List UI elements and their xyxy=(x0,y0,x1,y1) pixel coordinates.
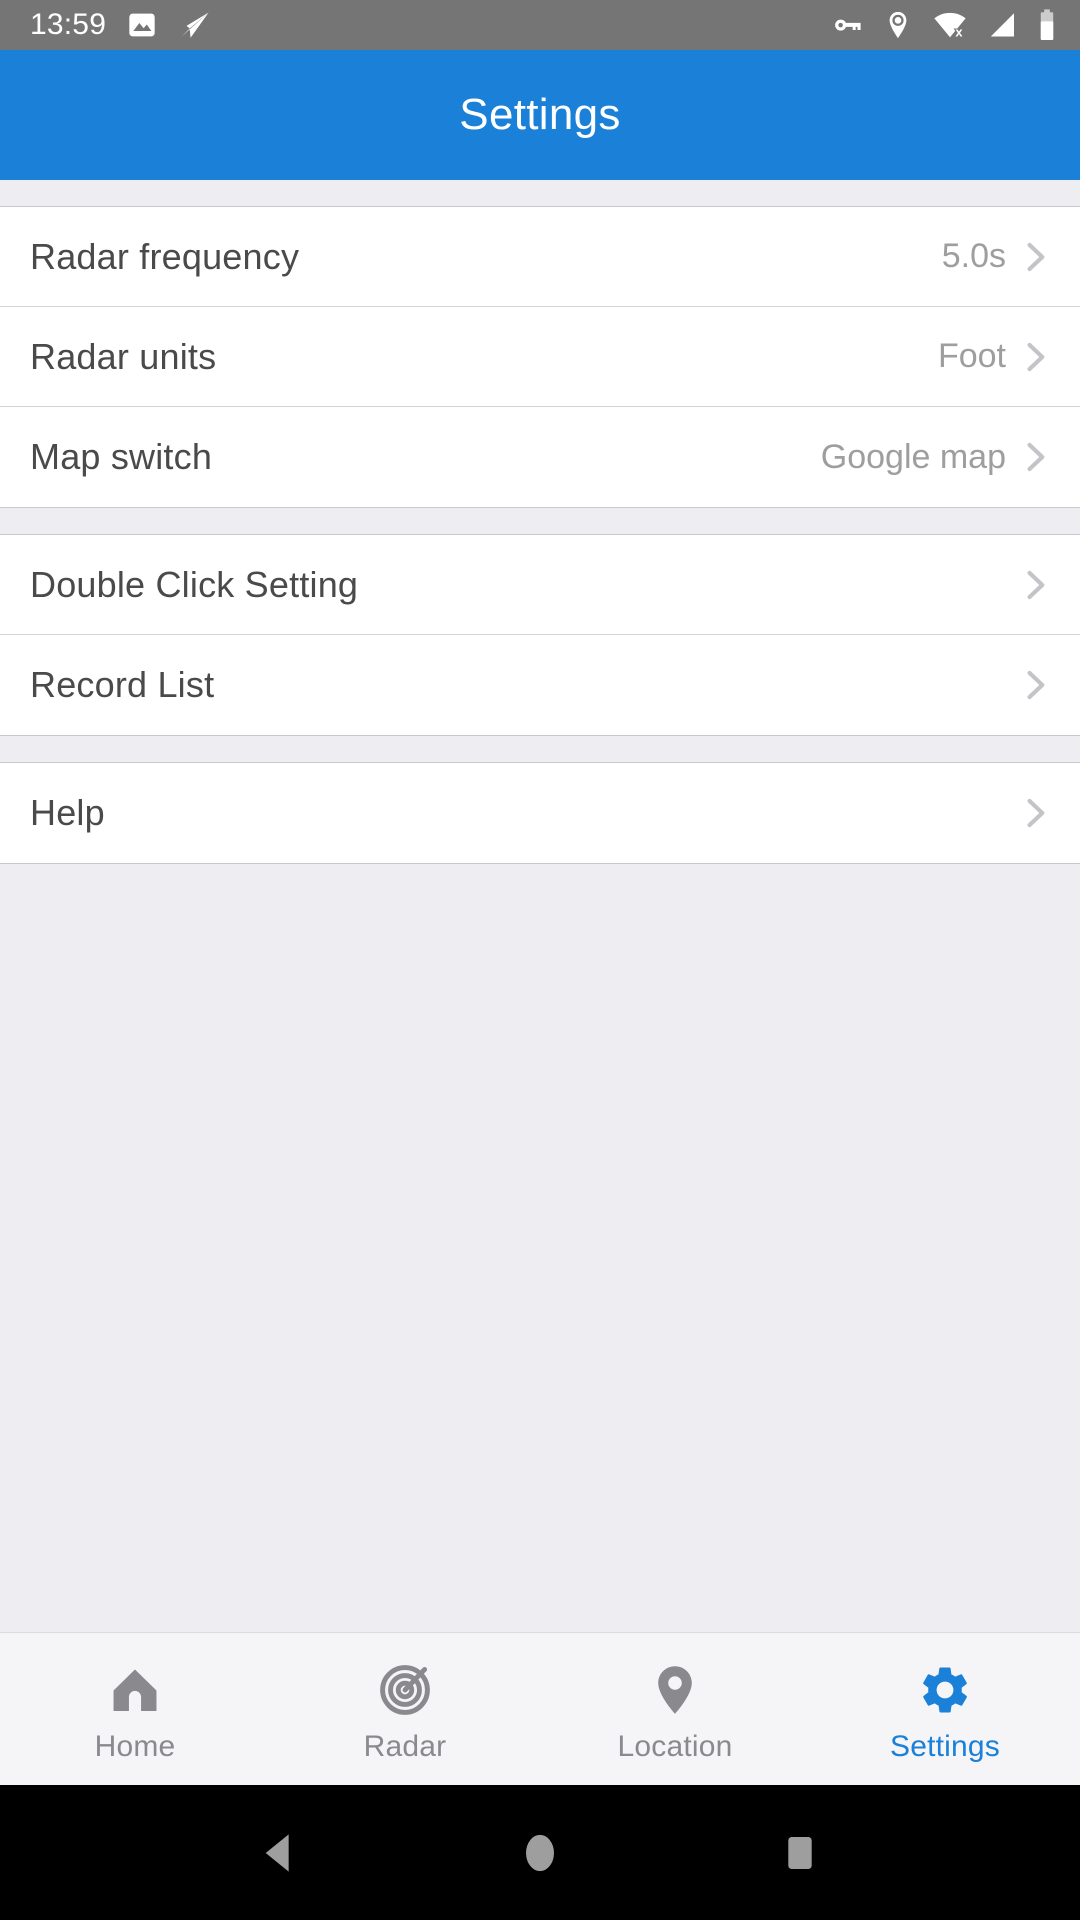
photo-icon xyxy=(126,9,158,41)
settings-group: Help xyxy=(0,762,1080,864)
settings-row-right: 5.0s xyxy=(942,237,1054,276)
settings-row-label: Map switch xyxy=(30,436,213,477)
vpn-key-icon xyxy=(830,8,864,42)
settings-row-label: Help xyxy=(30,792,105,833)
settings-row-right: Foot xyxy=(938,337,1054,376)
settings-row-double-click-setting[interactable]: Double Click Setting xyxy=(0,535,1080,635)
empty-space xyxy=(0,864,1080,1632)
tab-radar[interactable]: Radar xyxy=(270,1633,540,1785)
chevron-right-icon xyxy=(1016,238,1054,276)
circle-home-icon[interactable] xyxy=(495,1808,585,1898)
tab-location[interactable]: Location xyxy=(540,1633,810,1785)
settings-row-value: Foot xyxy=(937,337,1006,375)
chevron-right-icon xyxy=(1016,438,1054,476)
group-gap xyxy=(0,180,1080,206)
location-pin-icon xyxy=(647,1660,703,1720)
tab-label: Home xyxy=(94,1730,176,1763)
settings-row-right xyxy=(1016,794,1054,832)
tab-settings[interactable]: Settings xyxy=(810,1633,1080,1785)
status-bar-clock: 13:59 xyxy=(30,8,107,41)
settings-row-value: Google map xyxy=(820,437,1006,476)
radar-target-icon xyxy=(377,1660,433,1720)
settings-row-value: 5.0s xyxy=(941,237,1006,275)
status-bar: 13:59 x xyxy=(0,0,1080,50)
location-pin-icon xyxy=(882,9,914,41)
page-title: Settings xyxy=(459,90,621,139)
settings-row-help[interactable]: Help xyxy=(0,763,1080,863)
home-icon xyxy=(107,1660,163,1720)
chevron-right-icon xyxy=(1016,666,1054,704)
settings-row-right xyxy=(1016,666,1054,704)
settings-row-map-switch[interactable]: Map switch Google map xyxy=(0,407,1080,507)
phone-screen: 13:59 x Settings Radar frequency 5.0s Ra… xyxy=(0,0,1080,1920)
settings-list: Radar frequency 5.0s Radar units Foot Ma… xyxy=(0,180,1080,1632)
group-gap xyxy=(0,736,1080,762)
battery-icon xyxy=(1036,8,1058,42)
settings-row-label: Record List xyxy=(30,664,215,705)
chevron-right-icon xyxy=(1016,338,1054,376)
android-navigation-bar xyxy=(0,1785,1080,1920)
chevron-right-icon xyxy=(1016,566,1054,604)
tab-label: Settings xyxy=(890,1730,1000,1763)
bottom-tab-bar: Home Radar Location Settings xyxy=(0,1632,1080,1785)
settings-row-right xyxy=(1016,566,1054,604)
tab-label: Location xyxy=(617,1730,733,1763)
settings-row-radar-frequency[interactable]: Radar frequency 5.0s xyxy=(0,207,1080,307)
status-bar-left: 13:59 xyxy=(30,8,212,42)
settings-row-label: Radar units xyxy=(30,335,217,377)
status-bar-right: x xyxy=(830,7,1058,43)
app-bar: Settings xyxy=(0,50,1080,180)
gear-icon xyxy=(917,1660,973,1720)
settings-group: Radar frequency 5.0s Radar units Foot Ma… xyxy=(0,206,1080,508)
tab-label: Radar xyxy=(363,1730,447,1763)
settings-row-label: Double Click Setting xyxy=(30,563,359,605)
send-icon xyxy=(178,8,212,42)
settings-row-record-list[interactable]: Record List xyxy=(0,635,1080,735)
settings-row-radar-units[interactable]: Radar units Foot xyxy=(0,307,1080,407)
chevron-right-icon xyxy=(1016,794,1054,832)
square-recents-icon[interactable] xyxy=(755,1808,845,1898)
triangle-back-icon[interactable] xyxy=(235,1808,325,1898)
wifi-off-icon: x xyxy=(932,7,968,43)
group-gap xyxy=(0,508,1080,534)
settings-group: Double Click Setting Record List xyxy=(0,534,1080,736)
tab-home[interactable]: Home xyxy=(0,1633,270,1785)
cellular-signal-icon xyxy=(986,9,1018,41)
settings-row-right: Google map xyxy=(821,438,1054,477)
settings-row-label: Radar frequency xyxy=(30,235,300,277)
svg-text:x: x xyxy=(955,24,963,39)
